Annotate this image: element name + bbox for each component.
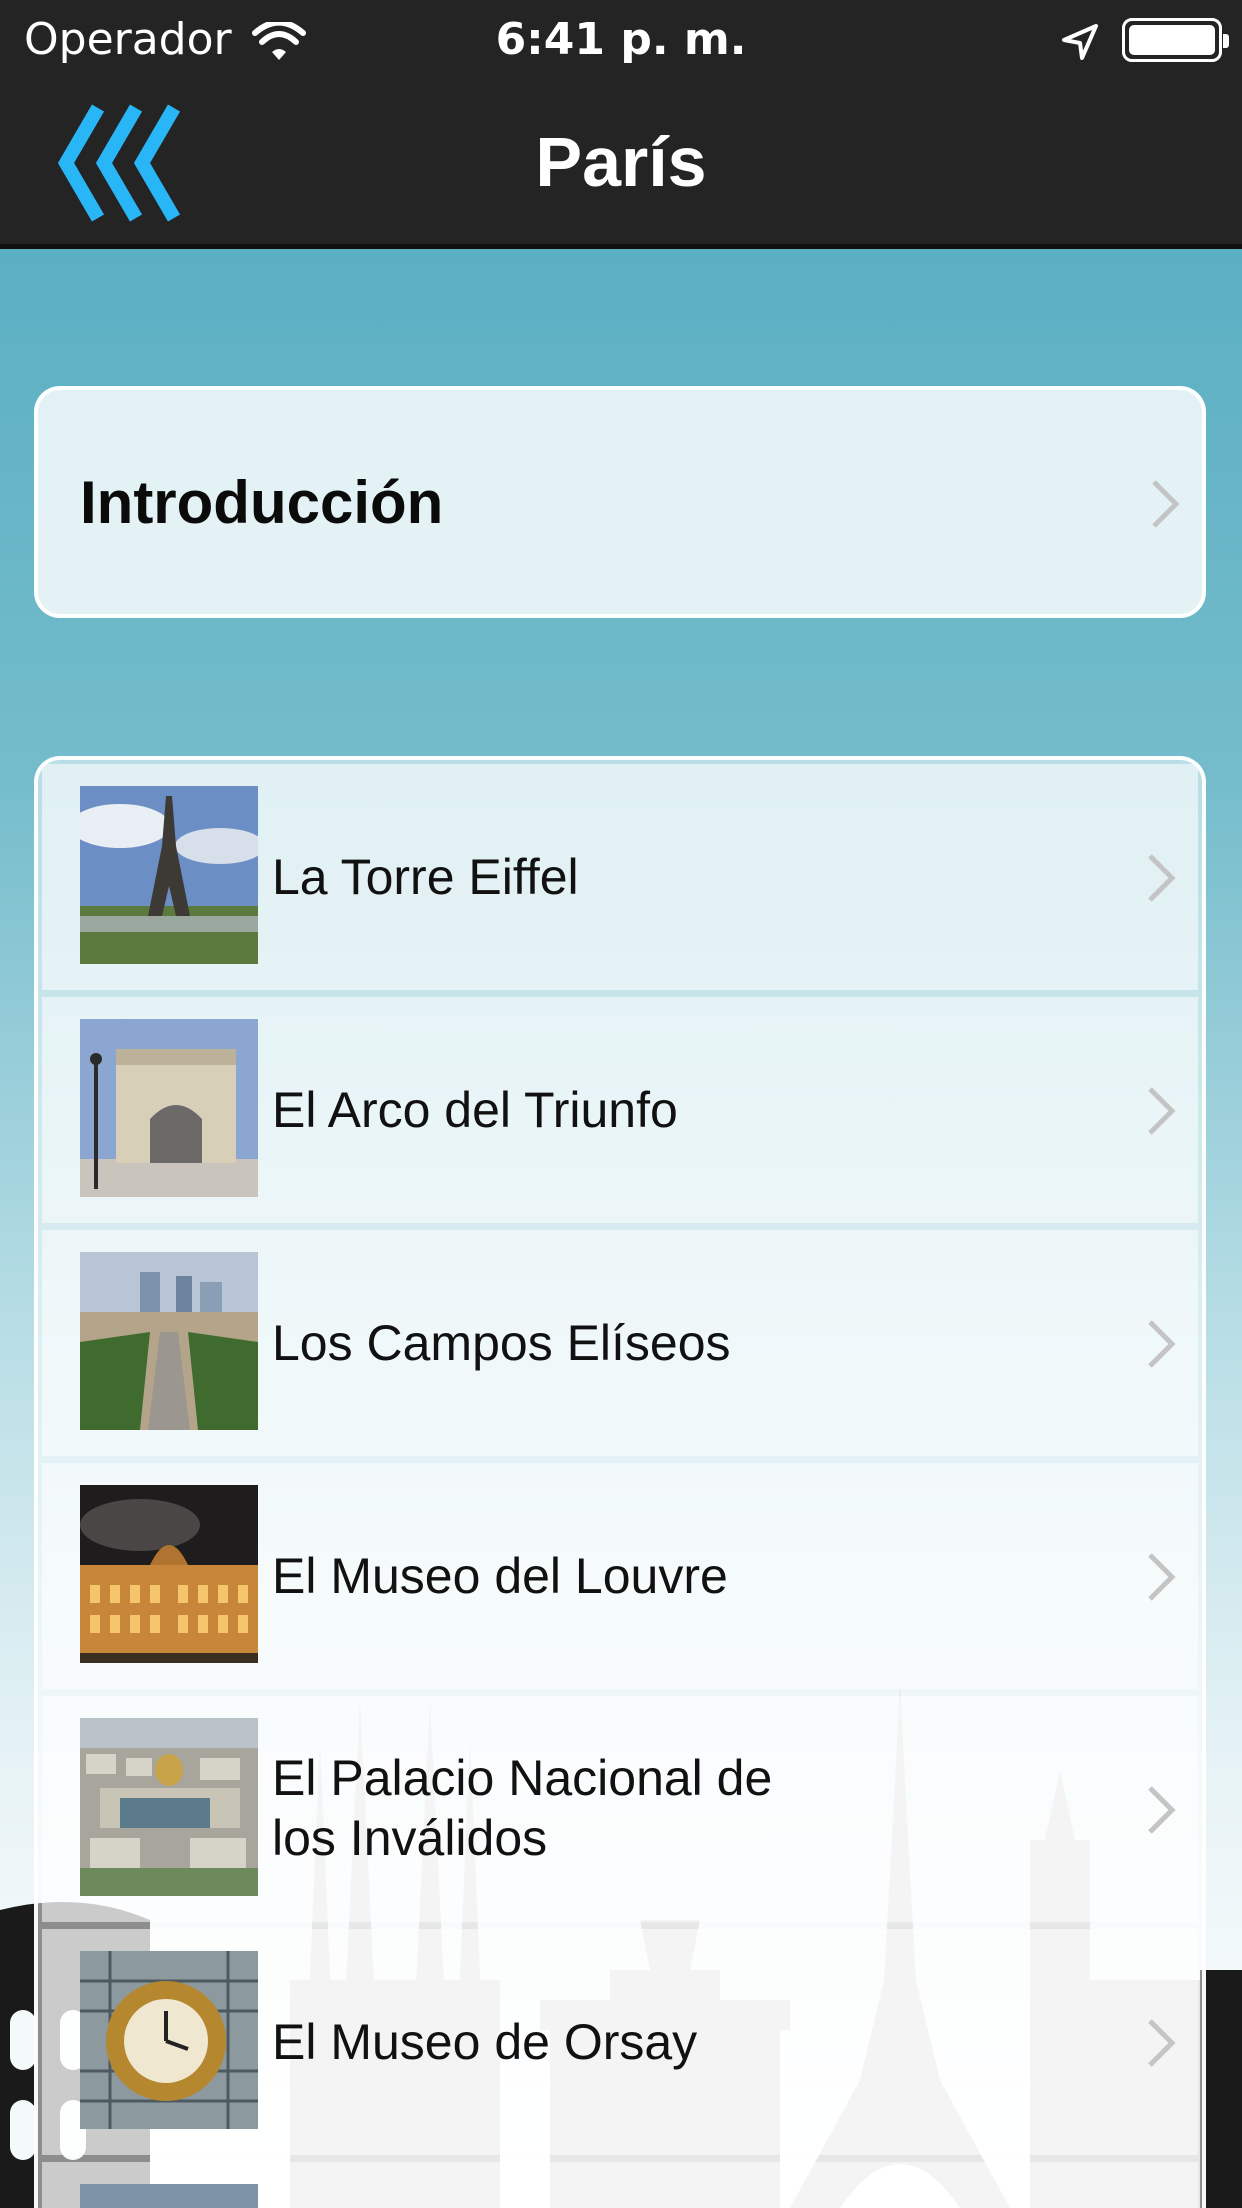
- louvre-thumbnail: [80, 1485, 258, 1663]
- battery-icon: [1122, 18, 1229, 62]
- chevron-right-icon: [1148, 854, 1176, 902]
- chevron-right-icon: [1148, 1553, 1176, 1601]
- chevron-right-icon: [1148, 1087, 1176, 1135]
- list-item[interactable]: El Museo de Orsay: [42, 1929, 1198, 2155]
- list-item[interactable]: El Palacio Nacional de los Inválidos: [42, 1696, 1198, 1922]
- arc-de-triomphe-thumbnail: [80, 1019, 258, 1197]
- navigation-bar: París: [0, 82, 1242, 249]
- champs-elysees-thumbnail: [80, 1252, 258, 1430]
- list-item[interactable]: Los Campos Elíseos: [42, 1230, 1198, 1456]
- eiffel-tower-thumbnail: [80, 786, 258, 964]
- list-item[interactable]: [42, 2162, 1198, 2208]
- orsay-clock-thumbnail: [80, 1951, 258, 2129]
- list-item-label: Los Campos Elíseos: [272, 1315, 731, 1371]
- next-item-thumbnail: [80, 2184, 258, 2208]
- chevron-right-icon: [1152, 480, 1180, 528]
- list-item-label: La Torre Eiffel: [272, 849, 579, 905]
- list-item-label: El Museo de Orsay: [272, 2014, 698, 2070]
- location-arrow-icon: [1062, 24, 1098, 60]
- chevron-right-icon: [1148, 2019, 1176, 2067]
- clock: 6:41 p. m.: [495, 14, 747, 65]
- attractions-list: La Torre Eiffel El Arco del Triunfo Los …: [34, 756, 1206, 2208]
- list-item-label: El Arco del Triunfo: [272, 1082, 678, 1138]
- list-item[interactable]: La Torre Eiffel: [42, 764, 1198, 990]
- list-item[interactable]: El Arco del Triunfo: [42, 997, 1198, 1223]
- page-title: París: [535, 123, 707, 201]
- intro-label: Introducción: [80, 469, 444, 536]
- chevron-right-icon: [1148, 1786, 1176, 1834]
- intro-card[interactable]: Introducción: [34, 386, 1206, 618]
- list-item[interactable]: El Museo del Louvre: [42, 1463, 1198, 1689]
- chevron-right-icon: [1148, 1320, 1176, 1368]
- invalides-thumbnail: [80, 1718, 258, 1896]
- list-item-label: El Palacio Nacional de los Inválidos: [272, 1750, 773, 1866]
- list-item-label: El Museo del Louvre: [272, 1548, 728, 1604]
- status-bar: Operador 6:41 p. m.: [0, 0, 1242, 82]
